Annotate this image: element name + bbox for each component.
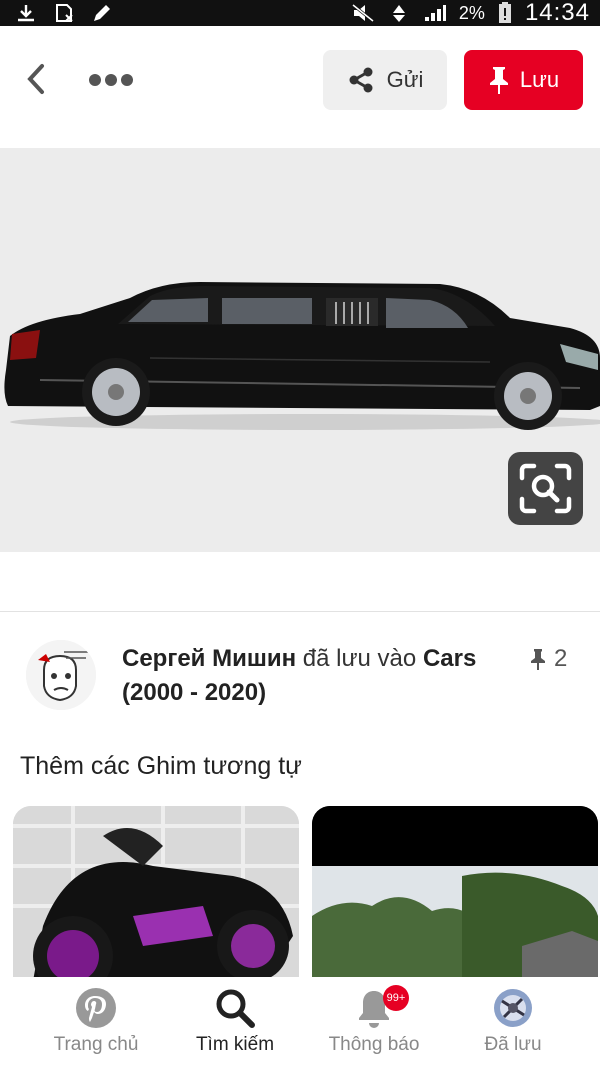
saver-name[interactable]: Сергей Мишин <box>122 645 296 672</box>
no-sim-icon <box>56 4 73 22</box>
back-button[interactable] <box>20 62 54 96</box>
pinterest-icon <box>76 988 116 1028</box>
battery-percent: 2% <box>458 2 485 23</box>
landscape-image <box>312 806 598 981</box>
profile-avatar <box>494 989 532 1027</box>
pushpin-icon <box>531 649 545 670</box>
nav-home-label: Trang chủ <box>53 1034 139 1055</box>
share-button[interactable]: Gửi <box>323 50 447 110</box>
bottom-navigation: Trang chủ Tìm kiếm 99+ Thông báo Đã lưu <box>0 977 600 1069</box>
saver-avatar[interactable] <box>26 640 96 710</box>
nav-notifications[interactable]: 99+ Thông báo <box>299 977 449 1069</box>
meme-face-avatar <box>26 640 96 710</box>
more-options-button[interactable] <box>86 70 136 90</box>
visual-search-icon <box>519 463 572 514</box>
pin-count: 2 <box>530 645 567 673</box>
nav-saved-label: Đã lưu <box>484 1034 542 1055</box>
motorcycle-image <box>13 806 299 981</box>
related-pins-heading: Thêm các Ghim tương tự <box>20 752 302 780</box>
visual-search-button[interactable] <box>508 452 583 525</box>
saved-to-text: đã lưu vào <box>302 645 417 672</box>
mute-icon <box>351 3 374 23</box>
notification-badge: 99+ <box>383 985 409 1011</box>
pin-count-value: 2 <box>554 645 568 672</box>
nav-home[interactable]: Trang chủ <box>21 977 171 1069</box>
ellipsis-icon <box>89 74 133 86</box>
share-label: Gửi <box>386 67 424 92</box>
edit-icon <box>94 5 110 21</box>
data-icon <box>392 5 405 22</box>
battery-icon <box>498 2 511 23</box>
pushpin-icon <box>489 67 508 94</box>
status-bar: 2% 14:34 <box>0 0 600 26</box>
nav-saved[interactable]: Đã lưu <box>438 977 588 1069</box>
nav-search-label: Tìm kiếm <box>195 1034 275 1055</box>
clock: 14:34 <box>524 0 590 26</box>
pin-header: Gửi Lưu <box>0 26 600 136</box>
download-icon <box>18 5 34 22</box>
save-label: Lưu <box>519 67 560 92</box>
related-pin-landscape[interactable] <box>312 806 598 981</box>
related-pin-motorcycle[interactable] <box>13 806 299 981</box>
share-icon <box>349 67 373 93</box>
saver-attribution: Сергей Мишин đã lưu vào Cars (2000 - 202… <box>122 642 522 710</box>
search-icon <box>216 989 255 1028</box>
save-button[interactable]: Lưu <box>464 50 583 110</box>
nav-search[interactable]: Tìm kiếm <box>160 977 310 1069</box>
divider <box>0 611 600 612</box>
signal-icon <box>424 5 446 21</box>
chevron-left-icon <box>27 64 44 94</box>
nav-notifications-label: Thông báo <box>328 1034 420 1055</box>
